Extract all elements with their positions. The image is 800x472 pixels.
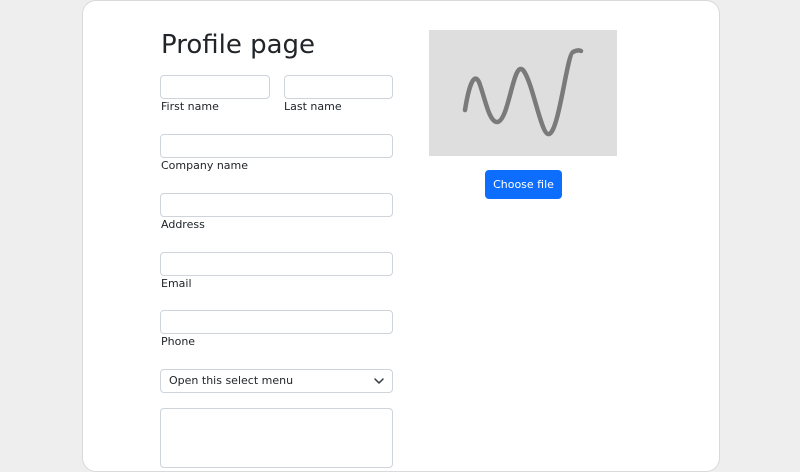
choose-file-button[interactable]: Choose file xyxy=(485,170,562,199)
options-select[interactable]: Open this select menu xyxy=(160,369,393,393)
select-value: Open this select menu xyxy=(169,374,294,387)
signature-drawing xyxy=(462,48,584,137)
phone-label: Phone xyxy=(161,335,196,348)
page-title: Profile page xyxy=(161,30,316,60)
chevron-down-icon xyxy=(374,378,384,384)
profile-card xyxy=(82,0,720,472)
first-name-label: First name xyxy=(161,100,219,113)
phone-input[interactable] xyxy=(160,310,393,334)
company-name-label: Company name xyxy=(161,159,249,172)
last-name-input[interactable] xyxy=(284,75,393,99)
address-label: Address xyxy=(161,218,205,231)
address-input[interactable] xyxy=(160,193,393,217)
email-label: Email xyxy=(161,277,192,290)
first-name-input[interactable] xyxy=(160,75,270,99)
company-name-input[interactable] xyxy=(160,134,393,158)
signature-preview xyxy=(429,30,617,156)
email-input[interactable] xyxy=(160,252,393,276)
notes-textarea[interactable] xyxy=(160,408,393,468)
last-name-label: Last name xyxy=(284,100,342,113)
